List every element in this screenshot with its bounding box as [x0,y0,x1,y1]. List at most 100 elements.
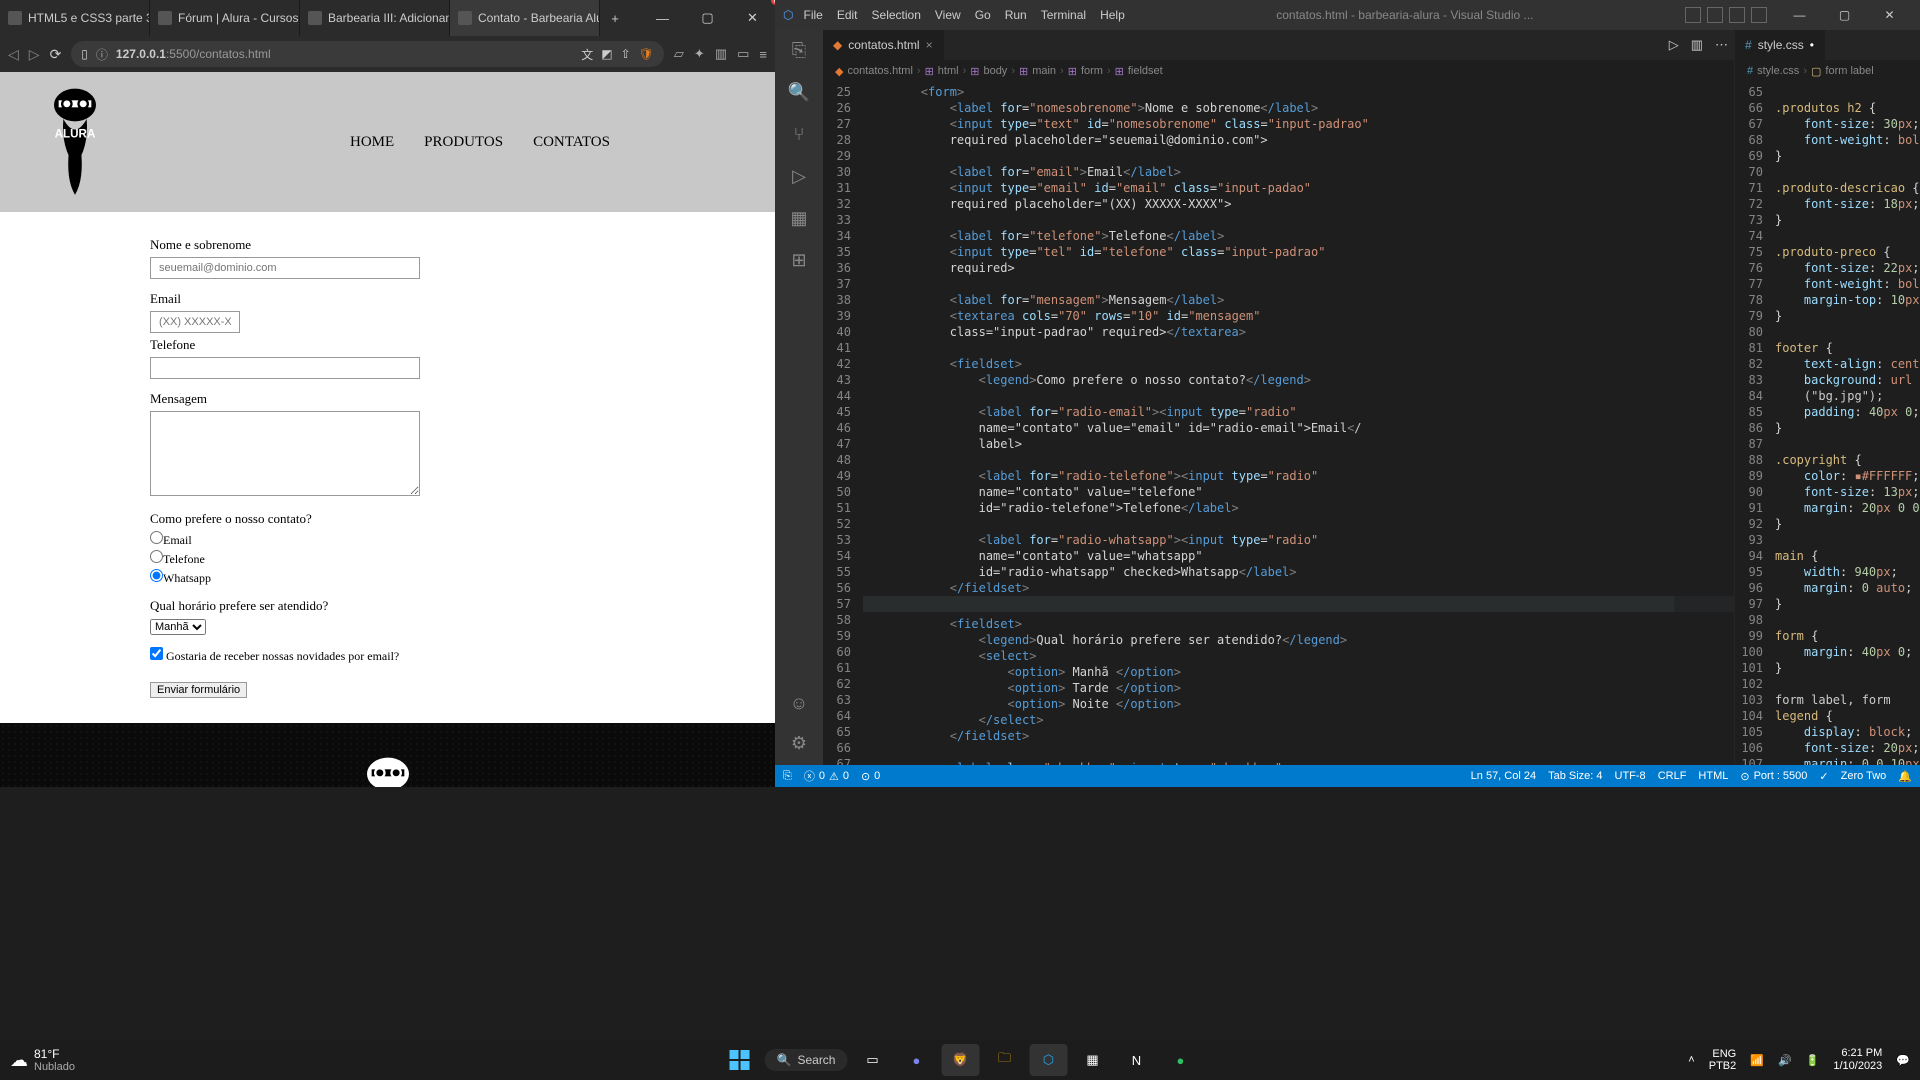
search-button[interactable]: 🔍Search [765,1049,848,1071]
back-button[interactable]: ◁ [8,46,19,63]
weather-widget[interactable]: ☁ 81°FNublado [10,1047,75,1073]
tray-chevron[interactable]: ˄ [1688,1054,1694,1066]
code[interactable]: <form> <label for="nomesobrenome">Nome e… [863,82,1734,765]
menu-run[interactable]: Run [1005,8,1027,22]
editor-area-right[interactable]: 6566676869707172737475767778798081828384… [1735,82,1920,765]
share-icon[interactable]: ⇧ [621,47,631,61]
minimize-button[interactable]: — [640,0,685,36]
input-email[interactable] [150,311,240,333]
nav-produtos[interactable]: PRODUTOS [424,134,503,151]
menu-view[interactable]: View [935,8,961,22]
breadcrumb-right[interactable]: #style.css› ▢form label [1735,60,1920,82]
select-horario[interactable]: Manhã [150,619,206,635]
status-problems[interactable]: ⓧ 0 ⚠ 0 [804,768,849,784]
explorer-icon[interactable]: ⎘ [787,38,811,62]
radio-whatsapp[interactable] [150,569,163,582]
input-telefone[interactable] [150,357,420,379]
status-remote[interactable]: ⎘ [783,770,792,783]
lang-1[interactable]: ENG [1709,1048,1737,1060]
reload-button[interactable]: ⟳ [50,46,62,63]
editor-tab[interactable]: ◆contatos.html× [823,30,944,60]
lang-2[interactable]: PTB2 [1709,1060,1737,1072]
start-button[interactable] [721,1044,759,1076]
browser-tab[interactable]: Fórum | Alura - Cursos onlin [150,0,300,36]
minimize-button[interactable]: — [1777,0,1822,33]
status-liveport[interactable]: ⊙ Port : 5500 [1740,770,1807,783]
wifi-icon[interactable]: 📶 [1750,1054,1764,1067]
code[interactable]: .produtos h2 { font-size: 30px; font-wei… [1775,82,1920,765]
account-icon[interactable]: ☺ [787,691,811,715]
scm-icon[interactable]: ⑂ [787,122,811,146]
status-encoding[interactable]: UTF-8 [1615,770,1646,782]
search-icon[interactable]: 🔍 [787,80,811,104]
brave-icon[interactable]: 🦁 [941,1044,979,1076]
textarea-mensagem[interactable] [150,411,420,496]
menu-file[interactable]: File [803,8,822,22]
nav-home[interactable]: HOME [350,134,394,151]
submit-button[interactable]: Enviar formulário [150,682,247,698]
status-eol[interactable]: CRLF [1658,770,1687,782]
input-nome[interactable] [150,257,420,279]
breadcrumb-left[interactable]: ◆contatos.html› ⊞html› ⊞body› ⊞main› ⊞fo… [823,60,1734,82]
status-prettier[interactable]: ✓ [1819,770,1828,783]
maximize-button[interactable]: ▢ [1822,0,1867,33]
forward-button[interactable]: ▷ [29,46,40,63]
menu-selection[interactable]: Selection [872,8,921,22]
menu-terminal[interactable]: Terminal [1041,8,1086,22]
browser-tab[interactable]: Barbearia III: Adicionando n [300,0,450,36]
layout-btn[interactable] [1751,7,1767,23]
menu-help[interactable]: Help [1100,8,1125,22]
translate-icon[interactable]: 文 [581,46,593,63]
maximize-button[interactable]: ▢ [685,0,730,36]
sidebar-icon[interactable]: ▥ [715,46,727,62]
close-button[interactable]: ✕ [1867,0,1912,33]
nav-contatos[interactable]: CONTATOS [533,134,610,151]
status-lang[interactable]: HTML [1698,770,1728,782]
checkbox-news[interactable] [150,647,163,660]
gear-icon[interactable]: ⚙ [787,731,811,755]
layout-btn[interactable] [1729,7,1745,23]
explorer-icon[interactable]: 🗀 [985,1044,1023,1076]
address-bar[interactable]: ▯ ⓘ 127.0.0.1:5500/contatos.html 文 ◩ ⇧ 🛡… [71,41,664,67]
extensions-icon[interactable]: ▦ [787,206,811,230]
split-icon[interactable]: ▥ [1685,37,1709,53]
clock[interactable]: 6:21 PM1/10/2023 [1833,1047,1882,1073]
evernote-icon[interactable]: ● [1161,1044,1199,1076]
radio-email[interactable] [150,531,163,544]
status-lncol[interactable]: Ln 57, Col 24 [1471,770,1536,782]
browser-tab-active[interactable]: Contato - Barbearia Alu× [450,0,600,36]
wallet-icon[interactable]: ▭ [737,46,749,62]
extensions-icon[interactable]: ✦ [694,46,705,62]
menu-go[interactable]: Go [975,8,991,22]
editor-area-left[interactable]: 2526272829303132333435363738394041424344… [823,82,1734,765]
battery-icon[interactable]: 🔋 [1806,1054,1820,1067]
menu-icon[interactable]: ≡ [759,47,767,62]
volume-icon[interactable]: 🔊 [1778,1054,1792,1067]
taskview-icon[interactable]: ▭ [853,1044,891,1076]
insecure-icon[interactable]: ⓘ [96,46,108,63]
status-theme[interactable]: Zero Two [1841,770,1887,782]
notifications-icon[interactable]: 💬 [1896,1054,1910,1067]
layout-btn[interactable] [1707,7,1723,23]
run-icon[interactable]: ▷ [1663,37,1685,53]
status-bell[interactable]: 🔔 [1898,770,1912,783]
vscode-taskbar-icon[interactable]: ⬡ [1029,1044,1067,1076]
reader-icon[interactable]: ◩ [601,47,612,61]
page-viewport[interactable]: ALURA HOME PRODUTOS CONTATOS Nome e sobr… [0,72,775,787]
new-tab-button[interactable]: + [600,0,630,36]
teams-icon[interactable]: ● [897,1044,935,1076]
browser-tab[interactable]: HTML5 e CSS3 parte 3: trab [0,0,150,36]
live-icon[interactable]: ⊞ [787,248,811,272]
menu-edit[interactable]: Edit [837,8,858,22]
debug-icon[interactable]: ▷ [787,164,811,188]
status-port[interactable]: ⊙ 0 [861,770,880,783]
layout-btn[interactable] [1685,7,1701,23]
radio-telefone[interactable] [150,550,163,563]
more-icon[interactable]: ⋯ [1709,37,1734,53]
close-button[interactable]: ✕ [730,0,775,36]
shield-icon[interactable]: 🛡6 [639,47,654,61]
rewards-icon[interactable]: ▱ [674,46,684,62]
editor-tab[interactable]: #style.css• [1735,30,1825,60]
notion-icon[interactable]: N [1117,1044,1155,1076]
status-spaces[interactable]: Tab Size: 4 [1548,770,1602,782]
